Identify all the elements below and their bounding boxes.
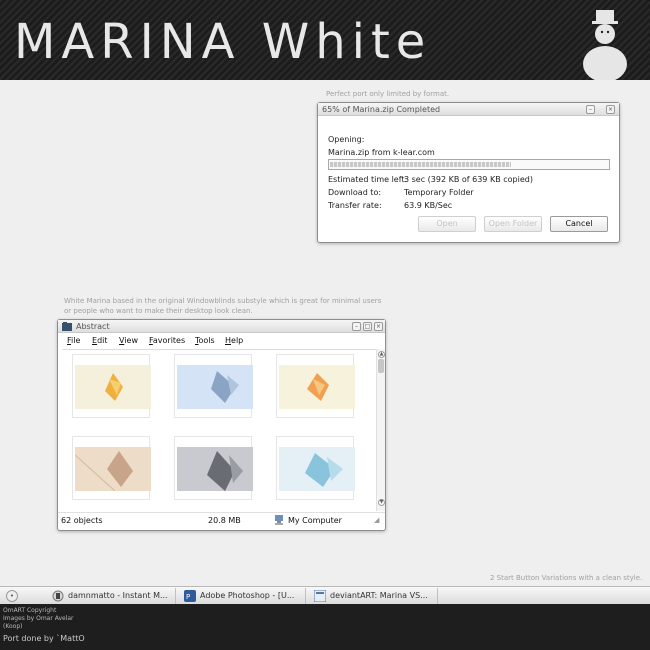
header-banner: MARINA White xyxy=(0,0,650,80)
close-button[interactable]: × xyxy=(606,105,615,114)
thumbnail-item[interactable] xyxy=(276,354,355,418)
progress-fill xyxy=(330,162,511,167)
resize-grip-icon[interactable]: ◢ xyxy=(374,516,379,524)
explorer-titlebar[interactable]: Abstract – □ × xyxy=(58,320,385,333)
thumbnail-item[interactable] xyxy=(72,354,151,418)
abstract-thumbnail-5 xyxy=(177,447,253,491)
menu-file[interactable]: File xyxy=(67,336,80,345)
photoshop-icon: P xyxy=(184,590,196,602)
footer-line: OmART Copyright xyxy=(3,607,57,614)
menu-bar: File Edit View Favorites Tools Help xyxy=(58,334,385,348)
thumbnail-item[interactable] xyxy=(174,354,253,418)
thumbnail-item[interactable] xyxy=(276,436,355,500)
cancel-button[interactable]: Cancel xyxy=(550,216,608,232)
scroll-up-icon[interactable]: ▲ xyxy=(378,351,385,358)
abstract-thumbnail-6 xyxy=(279,447,355,491)
abstract-thumbnail-1 xyxy=(75,365,151,409)
folder-icon xyxy=(62,322,72,331)
footer: OmART Copyright Images by Omar Avelar (K… xyxy=(0,604,650,650)
eta-label: Estimated time left: xyxy=(328,175,408,184)
computer-icon xyxy=(275,515,283,525)
chat-icon xyxy=(52,590,64,602)
task-label: Adobe Photoshop - [U... xyxy=(200,591,295,600)
taskbar-task-photoshop[interactable]: P Adobe Photoshop - [U... xyxy=(182,588,306,604)
thumbnail-item[interactable] xyxy=(72,436,151,500)
thumbnail-item[interactable] xyxy=(174,436,253,500)
download-titlebar[interactable]: 65% of Marina.zip Completed – × xyxy=(318,103,619,116)
footer-line: Images by Omar Avelar xyxy=(3,615,74,622)
open-button[interactable]: Open xyxy=(418,216,476,232)
browser-icon xyxy=(314,590,326,602)
opening-label: Opening: xyxy=(328,135,365,144)
progress-bar xyxy=(328,159,610,170)
download-to-label: Download to: xyxy=(328,188,382,197)
start-orb-icon[interactable]: • xyxy=(6,590,18,602)
abstract-thumbnail-3 xyxy=(279,365,355,409)
explorer-title: Abstract xyxy=(76,322,110,331)
minimize-button[interactable]: – xyxy=(586,105,595,114)
snowman-icon xyxy=(583,10,627,80)
file-source: Marina.zip from k-lear.com xyxy=(328,148,435,157)
menu-help[interactable]: Help xyxy=(225,336,243,345)
total-size: 20.8 MB xyxy=(208,516,241,525)
transfer-rate-label: Transfer rate: xyxy=(328,201,382,210)
caption-top: Perfect port only limited by format. xyxy=(326,90,450,98)
taskbar-task-deviantart[interactable]: deviantART: Marina VS... xyxy=(312,588,438,604)
explorer-window: Abstract – □ × File Edit View Favorites … xyxy=(57,319,386,531)
download-dialog: 65% of Marina.zip Completed – × Opening:… xyxy=(317,102,620,243)
scroll-thumb[interactable] xyxy=(378,359,384,373)
open-folder-button[interactable]: Open Folder xyxy=(484,216,542,232)
footer-credit: Port done by `MattO xyxy=(3,634,85,643)
footer-line: (Koop) xyxy=(3,623,23,630)
maximize-button[interactable]: □ xyxy=(363,322,372,331)
object-count: 62 objects xyxy=(61,516,103,525)
caption-bottom: 2 Start Button Variations with a clean s… xyxy=(490,574,643,582)
caption-middle: White Marina based in the original Windo… xyxy=(64,297,382,315)
task-label: damnmatto - Instant M... xyxy=(68,591,168,600)
thumbnail-view xyxy=(62,349,376,511)
scroll-down-icon[interactable]: ▼ xyxy=(378,499,385,506)
minimize-button[interactable]: – xyxy=(352,322,361,331)
menu-tools[interactable]: Tools xyxy=(195,336,215,345)
close-button[interactable]: × xyxy=(374,322,383,331)
transfer-rate-value: 63.9 KB/Sec xyxy=(404,201,453,210)
eta-value: 3 sec (392 KB of 639 KB copied) xyxy=(404,175,533,184)
svg-text:P: P xyxy=(186,593,190,601)
abstract-thumbnail-4 xyxy=(75,447,151,491)
menu-edit[interactable]: Edit xyxy=(92,336,108,345)
taskbar: • damnmatto - Instant M... P Adobe Photo… xyxy=(0,586,650,604)
taskbar-task-instant-messenger[interactable]: damnmatto - Instant M... xyxy=(50,588,176,604)
task-label: deviantART: Marina VS... xyxy=(330,591,428,600)
vertical-scrollbar[interactable]: ▲ ▼ xyxy=(376,349,385,511)
download-to-value: Temporary Folder xyxy=(404,188,474,197)
menu-view[interactable]: View xyxy=(119,336,138,345)
download-title: 65% of Marina.zip Completed xyxy=(322,105,441,114)
location-label: My Computer xyxy=(288,516,342,525)
status-bar: 62 objects 20.8 MB My Computer ◢ xyxy=(58,512,385,526)
menu-favorites[interactable]: Favorites xyxy=(149,336,185,345)
abstract-thumbnail-2 xyxy=(177,365,253,409)
banner-title: MARINA White xyxy=(14,14,432,70)
